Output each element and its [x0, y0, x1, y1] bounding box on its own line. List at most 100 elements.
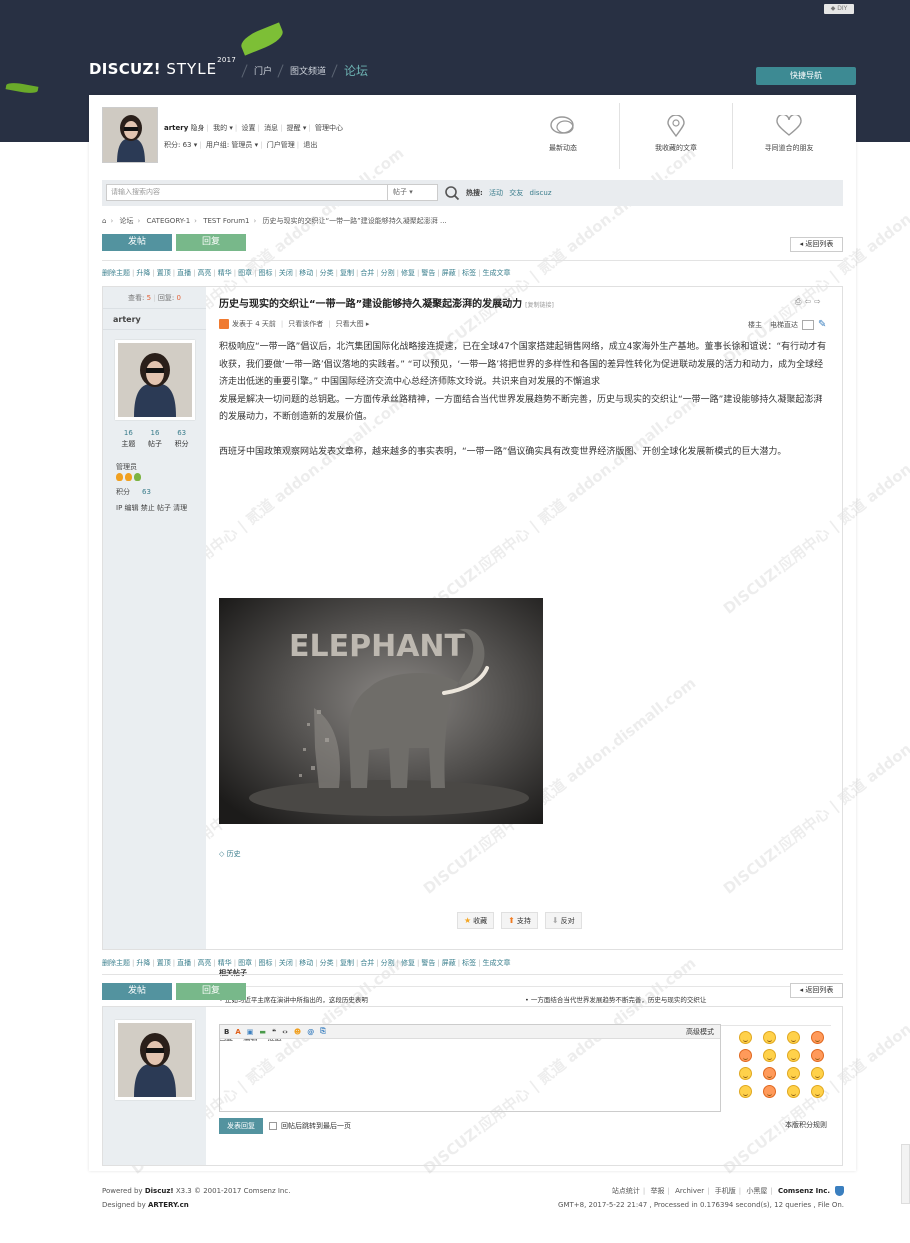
back-to-list-button[interactable]: ◂ 返回列表	[790, 237, 843, 252]
mod-action[interactable]: 直播	[177, 959, 191, 967]
smiley-icon[interactable]	[763, 1049, 776, 1062]
side-float-tab[interactable]	[901, 1144, 910, 1204]
author-name[interactable]: artery	[103, 309, 206, 330]
support-button[interactable]: ⬆ 支持	[501, 912, 538, 929]
quick-link-latest[interactable]: 最新动态	[507, 103, 620, 169]
author-avatar[interactable]	[115, 340, 195, 420]
username[interactable]: artery	[164, 124, 188, 132]
site-logo[interactable]: DISCUZ! STYLE2017	[89, 56, 236, 78]
quick-link-friends[interactable]: 寻同道合的朋友	[733, 103, 845, 169]
user-link[interactable]: 门户管理	[267, 141, 295, 149]
favorite-button[interactable]: ★ 收藏	[457, 912, 495, 929]
back-to-list-button-bottom[interactable]: ◂ 返回列表	[790, 983, 843, 998]
mod-action[interactable]: 分类	[320, 959, 334, 967]
image-button[interactable]: ▣	[247, 1028, 254, 1036]
mod-action[interactable]: 精华	[218, 959, 232, 967]
company-link[interactable]: Comsenz Inc.	[778, 1187, 830, 1195]
smiley-icon[interactable]	[739, 1031, 752, 1044]
hot-search-item[interactable]: 交友	[509, 189, 523, 197]
search-button[interactable]	[444, 185, 460, 203]
mod-action[interactable]: 生成文章	[482, 269, 510, 277]
breadcrumb-item[interactable]: TEST Forum1	[203, 217, 249, 225]
mod-action[interactable]: 分割	[381, 959, 395, 967]
search-type-select[interactable]: 帖子 ▾	[388, 184, 438, 201]
reply-button[interactable]: 回复	[176, 234, 246, 251]
mod-action[interactable]: 复制	[340, 269, 354, 277]
nav-forum[interactable]: 论坛	[344, 62, 368, 79]
mod-action[interactable]: 分割	[381, 269, 395, 277]
discuz-link[interactable]: Discuz!	[145, 1187, 174, 1195]
advanced-mode-link[interactable]: 高级模式	[686, 1027, 714, 1037]
mod-action[interactable]: 警告	[421, 959, 435, 967]
user-link[interactable]: 隐身	[191, 124, 205, 132]
nav-portal[interactable]: 门户	[254, 64, 272, 77]
mod-action[interactable]: 图标	[259, 269, 273, 277]
mod-action[interactable]: 生成文章	[482, 959, 510, 967]
points-rules-link[interactable]: 本版积分规则	[785, 1120, 827, 1130]
quote-button[interactable]: ❝	[272, 1028, 276, 1036]
mod-action[interactable]: 复制	[340, 959, 354, 967]
submit-reply-button[interactable]: 发表回复	[219, 1118, 263, 1134]
post-tag[interactable]: ◇ 历史	[219, 849, 241, 859]
wrench-icon[interactable]: ✎	[818, 319, 826, 330]
mention-button[interactable]: @	[307, 1028, 314, 1036]
footer-link[interactable]: 举报	[651, 1187, 665, 1195]
smiley-icon[interactable]	[787, 1049, 800, 1062]
media-button[interactable]: ▬	[259, 1028, 266, 1036]
mod-action[interactable]: 图章	[238, 959, 252, 967]
font-color-button[interactable]: A	[235, 1028, 240, 1036]
artery-link[interactable]: ARTERY.cn	[148, 1201, 189, 1209]
breadcrumb-item[interactable]: CATEGORY-1	[147, 217, 191, 225]
new-post-button[interactable]: 发帖	[102, 234, 172, 251]
mod-action[interactable]: 屏蔽	[442, 959, 456, 967]
smiley-icon[interactable]	[787, 1085, 800, 1098]
footer-link[interactable]: 小黑屋	[746, 1187, 767, 1195]
elevator-input[interactable]	[802, 319, 814, 330]
user-link[interactable]: 用户组: 管理员 ▾	[206, 141, 258, 149]
nav-gallery[interactable]: 图文频道	[290, 64, 326, 77]
smiley-icon[interactable]	[787, 1067, 800, 1080]
mod-action[interactable]: 移动	[299, 959, 313, 967]
breadcrumb-item[interactable]: 论坛	[120, 217, 134, 225]
checkbox-box[interactable]	[269, 1122, 277, 1130]
new-post-button-bottom[interactable]: 发帖	[102, 983, 172, 1000]
user-link[interactable]: 消息	[264, 124, 278, 132]
related-item[interactable]: • 正如习近平主席在演讲中所指出的，这段历史表明	[219, 994, 525, 1004]
mod-action[interactable]: 删除主题	[102, 269, 130, 277]
author-stat[interactable]: 16 主题	[115, 429, 142, 449]
user-link[interactable]: 设置	[241, 124, 255, 132]
mod-action[interactable]: 图标	[259, 959, 273, 967]
user-avatar[interactable]	[102, 107, 158, 163]
mod-action[interactable]: 关闭	[279, 269, 293, 277]
reply-button-bottom[interactable]: 回复	[176, 983, 246, 1000]
mod-action[interactable]: 分类	[320, 269, 334, 277]
home-icon[interactable]: ⌂	[102, 217, 106, 225]
mod-action[interactable]: 置顶	[157, 269, 171, 277]
security-shield-icon[interactable]	[835, 1186, 844, 1196]
footer-link[interactable]: Archiver	[675, 1187, 704, 1195]
reply-textarea[interactable]	[220, 1039, 720, 1111]
mod-action[interactable]: 删除主题	[102, 959, 130, 967]
smiley-icon[interactable]	[787, 1031, 800, 1044]
author-group[interactable]: 管理员	[116, 462, 137, 472]
quick-nav-button[interactable]: 快捷导航	[756, 67, 856, 85]
jump-last-page-checkbox[interactable]: 回帖后跳转到最后一页	[269, 1121, 351, 1131]
smiley-icon[interactable]	[763, 1085, 776, 1098]
hot-search-item[interactable]: discuz	[530, 189, 552, 197]
smiley-icon[interactable]	[739, 1085, 752, 1098]
mod-action[interactable]: 升降	[136, 959, 150, 967]
reply-avatar[interactable]	[115, 1020, 195, 1100]
mod-action[interactable]: 修复	[401, 269, 415, 277]
author-stat[interactable]: 63 积分	[168, 429, 195, 449]
mod-action[interactable]: 修复	[401, 959, 415, 967]
search-input[interactable]: 请输入搜索内容	[106, 184, 388, 201]
mod-action[interactable]: 图章	[238, 269, 252, 277]
mod-action[interactable]: 关闭	[279, 959, 293, 967]
smiley-icon[interactable]	[811, 1067, 824, 1080]
smiley-icon[interactable]	[739, 1049, 752, 1062]
mod-action[interactable]: 屏蔽	[442, 269, 456, 277]
footer-link[interactable]: 站点统计	[612, 1187, 640, 1195]
bold-button[interactable]: B	[224, 1028, 229, 1036]
mod-action[interactable]: 合并	[360, 959, 374, 967]
mod-action[interactable]: 移动	[299, 269, 313, 277]
